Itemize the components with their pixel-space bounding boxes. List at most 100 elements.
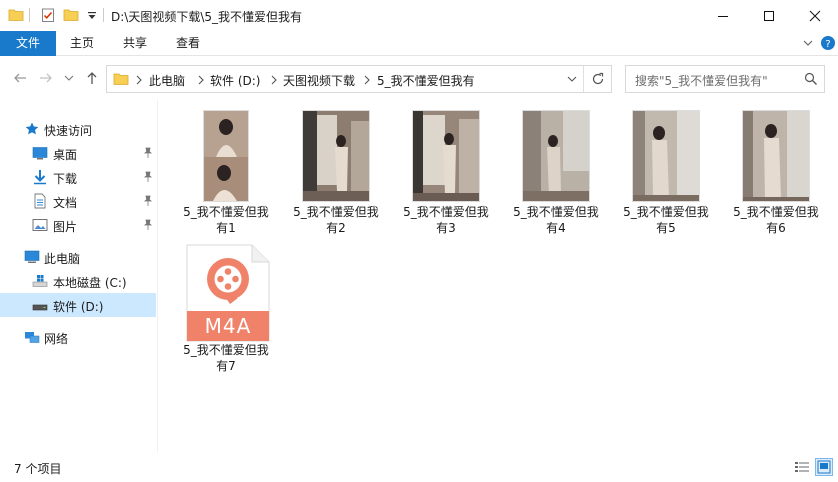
nav-item-this-pc[interactable]: 此电脑 xyxy=(0,245,156,269)
tab-view[interactable]: 查看 xyxy=(166,31,210,56)
chevron-right-icon xyxy=(198,75,204,85)
file-name: 5_我不懂爱但我 有2 xyxy=(293,205,379,235)
file-tile[interactable]: 5_我不懂爱但我 有3 xyxy=(398,100,494,235)
nav-label: 软件 (D:) xyxy=(53,300,104,314)
drive-windows-icon xyxy=(32,275,48,287)
nav-item-downloads[interactable]: 下载 xyxy=(0,165,156,189)
file-name: 5_我不懂爱但我 有5 xyxy=(623,205,709,235)
tab-file[interactable]: 文件 xyxy=(0,31,56,56)
recent-locations-button[interactable] xyxy=(62,68,76,88)
maximize-button[interactable] xyxy=(746,0,792,31)
nav-label: 下载 xyxy=(53,172,78,186)
chevron-right-icon xyxy=(271,75,277,85)
details-view-button[interactable] xyxy=(793,458,811,476)
divider xyxy=(103,8,104,22)
arrow-up-icon xyxy=(87,72,97,84)
computer-icon xyxy=(24,250,40,263)
breadcrumb-current-folder[interactable]: 5_我不懂爱但我有 xyxy=(377,72,475,89)
minimize-button[interactable] xyxy=(700,0,746,31)
svg-text:?: ? xyxy=(825,39,830,50)
back-button[interactable] xyxy=(10,68,30,88)
nav-item-quick-access[interactable]: 快速访问 xyxy=(0,117,156,141)
new-folder-icon[interactable] xyxy=(63,7,79,23)
chevron-right-icon xyxy=(136,75,142,85)
video-thumbnail-image xyxy=(633,111,699,201)
file-tile[interactable]: 5_我不懂爱但我 有2 xyxy=(288,100,384,235)
properties-icon[interactable] xyxy=(40,7,56,23)
nav-item-network[interactable]: 网络 xyxy=(0,325,156,349)
close-icon xyxy=(809,10,821,21)
video-thumbnail xyxy=(412,110,480,202)
nav-label: 图片 xyxy=(53,220,78,234)
download-arrow-icon xyxy=(34,170,46,185)
nav-item-documents[interactable]: 文档 xyxy=(0,189,156,213)
expand-ribbon-button[interactable] xyxy=(800,35,816,51)
tab-home[interactable]: 主页 xyxy=(60,31,104,56)
status-bar: 7 个项目 xyxy=(0,452,838,482)
up-button[interactable] xyxy=(82,68,102,88)
close-button[interactable] xyxy=(792,0,838,31)
file-tile[interactable]: 5_我不懂爱但我 有6 xyxy=(728,100,824,235)
video-thumbnail-image xyxy=(204,111,248,201)
address-bar[interactable]: 此电脑 软件 (D:) 天图视频下载 5_我不懂爱但我有 xyxy=(106,65,612,93)
chevron-right-icon xyxy=(364,75,370,85)
video-thumbnail xyxy=(522,110,590,202)
tab-share[interactable]: 共享 xyxy=(113,31,157,56)
refresh-icon xyxy=(592,72,604,85)
document-icon xyxy=(34,193,46,209)
nav-item-pictures[interactable]: 图片 xyxy=(0,213,156,237)
file-tile[interactable]: 5_我不懂爱但我 有5 xyxy=(618,100,714,235)
large-icons-view-icon xyxy=(817,460,831,474)
forward-button[interactable] xyxy=(36,68,56,88)
file-tile[interactable]: M4A 5_我不懂爱但我 有7 xyxy=(178,238,274,373)
navigation-pane: 快速访问 桌面 下载 文档 图片 此电脑 本地磁盘 (C:) 软件 (D:) 网… xyxy=(0,100,158,452)
file-type-badge: M4A xyxy=(204,314,252,338)
pin-icon[interactable] xyxy=(142,171,154,183)
folder-icon xyxy=(113,73,129,85)
file-name: 5_我不懂爱但我 有3 xyxy=(403,205,489,235)
pin-icon[interactable] xyxy=(142,195,154,207)
title-bar: D:\天图视频下载\5_我不懂爱但我有 xyxy=(0,0,838,31)
network-icon xyxy=(25,332,40,343)
details-view-icon xyxy=(795,462,809,472)
chevron-down-icon xyxy=(64,75,74,81)
pin-icon[interactable] xyxy=(142,147,154,159)
file-tile[interactable]: 5_我不懂爱但我 有4 xyxy=(508,100,604,235)
breadcrumb-this-pc[interactable]: 此电脑 xyxy=(149,72,185,89)
file-tile[interactable]: 5_我不懂爱但我 有1 xyxy=(178,100,274,235)
nav-item-desktop[interactable]: 桌面 xyxy=(0,141,156,165)
search-input[interactable]: 搜索"5_我不懂爱但我有" xyxy=(625,65,825,93)
video-thumbnail xyxy=(632,110,700,202)
nav-item-drive-d[interactable]: 软件 (D:) xyxy=(0,293,156,317)
folder-icon xyxy=(8,9,24,21)
nav-label: 桌面 xyxy=(53,148,78,162)
arrow-left-icon xyxy=(14,73,26,83)
picture-icon xyxy=(32,219,48,231)
maximize-icon xyxy=(764,10,774,21)
chevron-down-icon xyxy=(803,40,813,46)
refresh-button[interactable] xyxy=(585,66,611,92)
video-thumbnail xyxy=(742,110,810,202)
video-thumbnail xyxy=(302,110,370,202)
large-icons-view-button[interactable] xyxy=(815,458,833,476)
breadcrumb-drive-d[interactable]: 软件 (D:) xyxy=(210,72,260,89)
item-count: 7 个项目 xyxy=(14,462,62,476)
nav-label: 快速访问 xyxy=(44,124,93,138)
breadcrumb-download-folder[interactable]: 天图视频下载 xyxy=(283,72,355,89)
video-thumbnail-image xyxy=(413,111,479,201)
minimize-icon xyxy=(718,15,728,17)
file-name: 5_我不懂爱但我 有1 xyxy=(183,205,269,235)
nav-label: 此电脑 xyxy=(44,252,81,266)
desktop-icon xyxy=(32,147,48,160)
nav-label: 网络 xyxy=(44,332,69,346)
address-dropdown-button[interactable] xyxy=(561,66,583,92)
chevron-down-icon xyxy=(567,76,577,82)
help-button[interactable]: ? xyxy=(820,35,836,51)
arrow-right-icon xyxy=(40,73,52,83)
nav-item-local-disk-c[interactable]: 本地磁盘 (C:) xyxy=(0,269,156,293)
pin-icon[interactable] xyxy=(142,219,154,231)
video-thumbnail-image xyxy=(523,111,589,201)
video-thumbnail-image xyxy=(303,111,369,201)
star-icon xyxy=(25,122,39,135)
customize-dropdown-icon[interactable] xyxy=(84,7,100,23)
